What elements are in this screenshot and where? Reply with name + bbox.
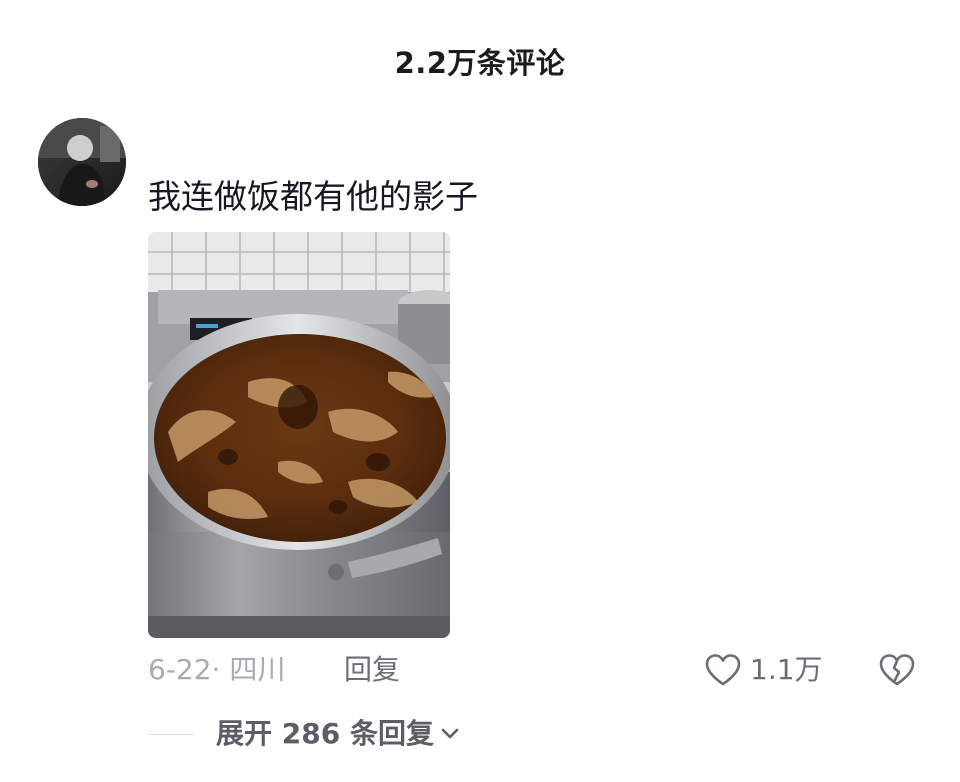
page-title: 2.2万条评论 [394, 46, 566, 80]
broken-heart-icon [878, 653, 916, 687]
comment-date-location: 6-22· 四川 [148, 653, 286, 686]
comment-photo[interactable] [148, 232, 450, 638]
like-count: 1.1万 [750, 653, 823, 686]
comment-text: 我连做饭都有他的影子 [148, 177, 478, 216]
reply-button[interactable]: 回复 [344, 648, 400, 692]
divider-line [148, 733, 194, 735]
expand-replies-button[interactable]: 展开 286 条回复 [216, 712, 460, 756]
expand-replies-label: 展开 286 条回复 [216, 717, 434, 750]
user-avatar[interactable] [38, 118, 126, 206]
heart-outline-icon [704, 653, 742, 687]
like-button[interactable]: 1.1万 [704, 648, 823, 692]
comment-item: 我连做饭都有他的影子 6-22· 四川 回复 1.1万 展开 286 条回复 [38, 118, 938, 758]
expand-replies-row: 展开 286 条回复 [148, 712, 460, 756]
avatar-image [38, 118, 126, 206]
dislike-button[interactable] [878, 648, 916, 692]
cooking-pot-photo [148, 232, 450, 638]
comment-meta-row: 6-22· 四川 回复 1.1万 [148, 648, 938, 692]
chevron-down-icon [440, 727, 460, 741]
